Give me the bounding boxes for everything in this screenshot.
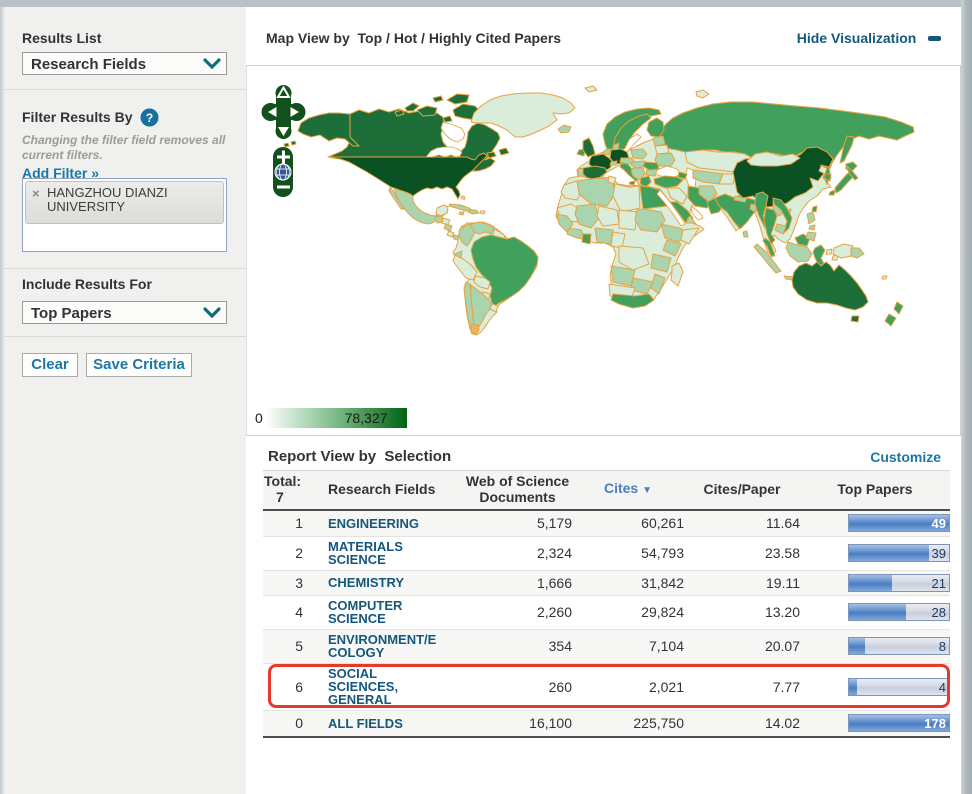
svg-text:78,327: 78,327 [345,410,388,426]
svg-text:0: 0 [255,410,263,426]
svg-text:?: ? [146,111,153,125]
